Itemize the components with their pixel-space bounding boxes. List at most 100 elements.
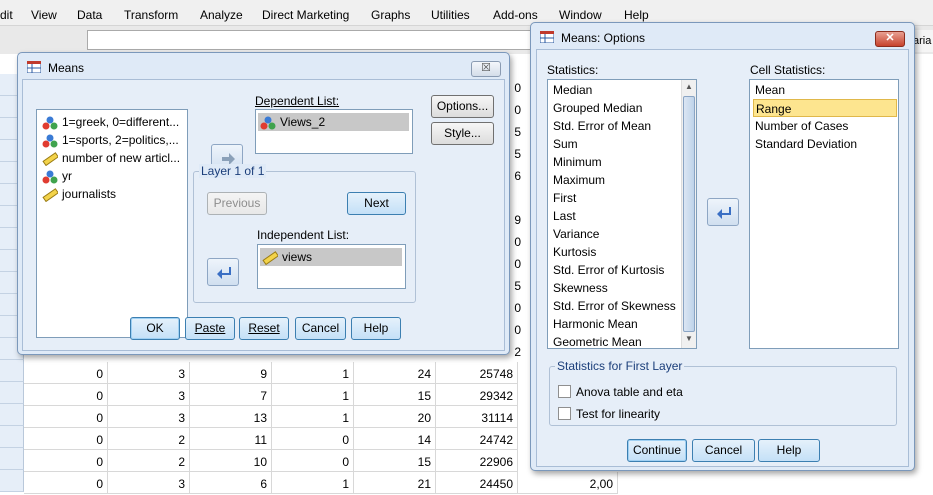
anova-checkbox[interactable] [558, 385, 571, 398]
linearity-checkbox[interactable] [558, 407, 571, 420]
dependent-list[interactable]: Views_2 [255, 109, 413, 154]
list-item[interactable]: Variance [551, 225, 599, 243]
grid-cell[interactable]: 15 [354, 450, 436, 472]
menu-add-ons[interactable]: Add-ons [493, 8, 538, 22]
list-item[interactable]: Sum [551, 135, 578, 153]
menu-graphs[interactable]: Graphs [371, 8, 410, 22]
paste-button[interactable]: Paste [185, 317, 235, 340]
row-header[interactable] [0, 382, 24, 404]
grid-cell[interactable]: 0 [24, 472, 108, 494]
grid-cell[interactable]: 1 [272, 384, 354, 406]
grid-cell[interactable]: 3 [108, 406, 190, 428]
list-item[interactable]: Views_2 [258, 113, 409, 131]
scroll-down-icon[interactable]: ▼ [683, 334, 695, 346]
list-item[interactable]: Last [551, 207, 576, 225]
reset-button[interactable]: Reset [239, 317, 289, 340]
grid-cell[interactable]: 22906 [436, 450, 518, 472]
scroll-up-icon[interactable]: ▲ [683, 82, 695, 94]
list-item[interactable]: Skewness [551, 279, 608, 297]
grid-cell[interactable]: 1 [272, 472, 354, 494]
list-item[interactable]: Std. Error of Mean [551, 117, 651, 135]
grid-cell[interactable]: 0 [24, 428, 108, 450]
grid-cell[interactable]: 31114 [436, 406, 518, 428]
grid-cell[interactable]: 24 [354, 362, 436, 384]
list-item[interactable]: Mean [753, 81, 897, 99]
grid-cell[interactable]: 0 [24, 450, 108, 472]
grid-cell[interactable]: 0 [24, 406, 108, 428]
menu-help[interactable]: Help [624, 8, 649, 22]
menu-edit[interactable]: dit [0, 8, 13, 22]
menu-data[interactable]: Data [77, 8, 102, 22]
independent-list[interactable]: views [257, 244, 406, 289]
scrollbar[interactable]: ▲ ▼ [681, 80, 696, 348]
grid-cell[interactable]: 1 [272, 362, 354, 384]
list-item[interactable]: Std. Error of Skewness [551, 297, 676, 315]
row-header[interactable] [0, 404, 24, 426]
list-item[interactable]: journalists [40, 185, 116, 203]
cancel-button[interactable]: Cancel [692, 439, 755, 462]
grid-cell[interactable]: 2,00 [518, 472, 618, 494]
close-button[interactable]: ☒ [471, 61, 501, 77]
help-button[interactable]: Help [758, 439, 820, 462]
list-item-selected[interactable]: Range [753, 99, 897, 117]
next-button[interactable]: Next [347, 192, 406, 215]
grid-cell[interactable]: 6 [190, 472, 272, 494]
grid-cell[interactable]: 3 [108, 472, 190, 494]
cell-statistics-list[interactable]: Mean Range Number of Cases Standard Devi… [749, 79, 899, 349]
grid-cell[interactable]: 24450 [436, 472, 518, 494]
scrollbar-thumb[interactable] [683, 96, 695, 332]
list-item[interactable]: Std. Error of Kurtosis [551, 261, 664, 279]
row-header[interactable] [0, 470, 24, 492]
grid-cell[interactable]: 20 [354, 406, 436, 428]
list-item[interactable]: 1=sports, 2=politics,... [40, 131, 179, 149]
grid-cell[interactable]: 1 [272, 406, 354, 428]
list-item[interactable]: Geometric Mean [551, 333, 642, 348]
row-header[interactable] [0, 426, 24, 448]
row-header[interactable] [0, 448, 24, 470]
list-item[interactable]: views [260, 248, 402, 266]
menu-view[interactable]: View [31, 8, 57, 22]
style-button[interactable]: Style... [431, 122, 494, 145]
cell-editor-input[interactable] [87, 30, 547, 50]
grid-cell[interactable]: 0 [24, 362, 108, 384]
grid-cell[interactable]: 0 [24, 384, 108, 406]
menu-analyze[interactable]: Analyze [200, 8, 243, 22]
grid-cell[interactable]: 7 [190, 384, 272, 406]
list-item[interactable]: Harmonic Mean [551, 315, 638, 333]
row-header[interactable] [0, 360, 24, 382]
list-item[interactable]: Standard Deviation [753, 135, 897, 153]
grid-cell[interactable]: 2 [108, 428, 190, 450]
grid-cell[interactable]: 25748 [436, 362, 518, 384]
grid-cell[interactable]: 29342 [436, 384, 518, 406]
grid-cell[interactable]: 14 [354, 428, 436, 450]
grid-cell[interactable]: 0 [272, 428, 354, 450]
continue-button[interactable]: Continue [627, 439, 687, 462]
list-item[interactable]: Kurtosis [551, 243, 596, 261]
grid-cell[interactable]: 10 [190, 450, 272, 472]
menu-transform[interactable]: Transform [124, 8, 178, 22]
move-to-cell-statistics-button[interactable] [707, 198, 739, 226]
menu-window[interactable]: Window [559, 8, 602, 22]
grid-cell[interactable]: 21 [354, 472, 436, 494]
move-to-independent-button[interactable] [207, 258, 239, 286]
list-item[interactable]: yr [40, 167, 72, 185]
grid-cell[interactable]: 24742 [436, 428, 518, 450]
ok-button[interactable]: OK [130, 317, 180, 340]
list-item[interactable]: Median [551, 81, 592, 99]
list-item[interactable]: Number of Cases [753, 117, 897, 135]
variable-column-header[interactable]: aria [912, 30, 933, 52]
list-item[interactable]: 1=greek, 0=different... [40, 113, 179, 131]
list-item[interactable]: Minimum [551, 153, 602, 171]
menu-direct-marketing[interactable]: Direct Marketing [262, 8, 349, 22]
grid-cell[interactable]: 3 [108, 362, 190, 384]
grid-cell[interactable]: 15 [354, 384, 436, 406]
menu-utilities[interactable]: Utilities [431, 8, 470, 22]
statistics-list[interactable]: Median Grouped Median Std. Error of Mean… [547, 79, 697, 349]
close-button[interactable]: ✕ [875, 31, 905, 47]
grid-cell[interactable]: 11 [190, 428, 272, 450]
cancel-button[interactable]: Cancel [295, 317, 346, 340]
list-item[interactable]: Grouped Median [551, 99, 642, 117]
grid-cell[interactable]: 3 [108, 384, 190, 406]
source-variable-list[interactable]: 1=greek, 0=different... 1=sports, 2=poli… [36, 109, 188, 338]
grid-cell[interactable]: 0 [272, 450, 354, 472]
